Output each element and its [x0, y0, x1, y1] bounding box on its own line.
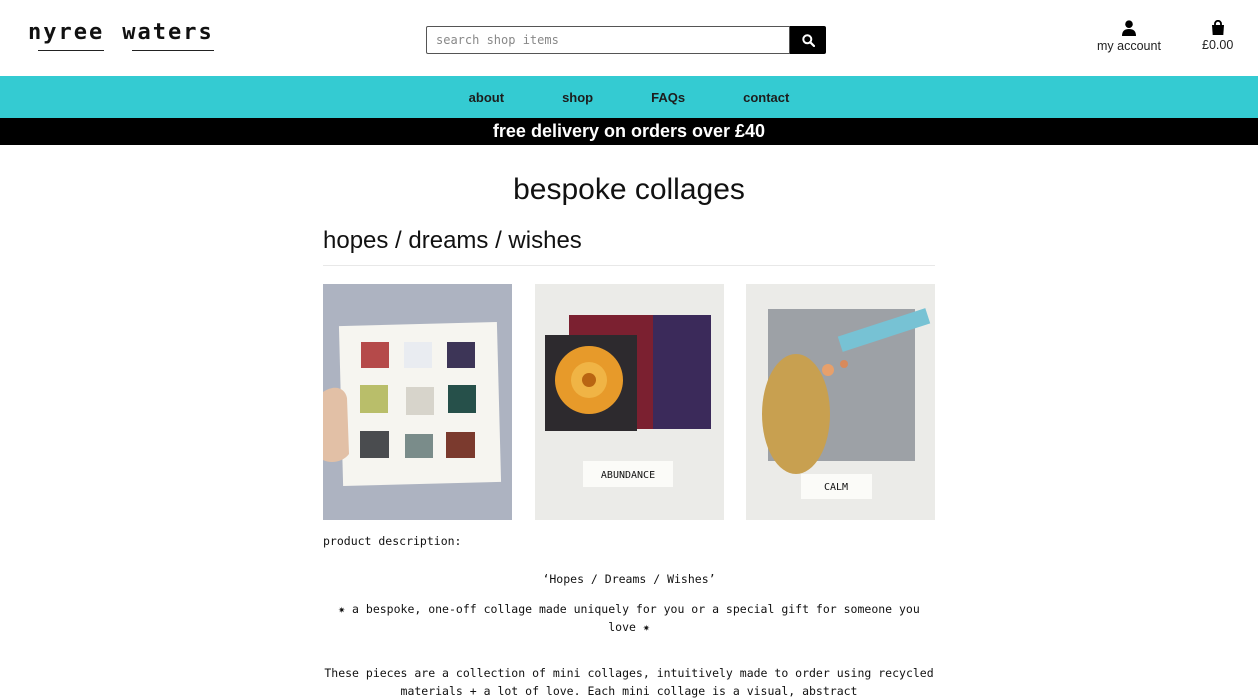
nav-faqs[interactable]: FAQs: [651, 90, 685, 105]
nav-about[interactable]: about: [469, 90, 504, 105]
logo-word-nyree: nyree: [28, 20, 105, 51]
search-button[interactable]: [790, 26, 826, 54]
description-label: product description:: [323, 534, 462, 548]
main-nav: about shop FAQs contact: [0, 76, 1258, 118]
description-paragraph: These pieces are a collection of mini co…: [324, 666, 934, 698]
product-title: hopes / dreams / wishes: [323, 227, 935, 266]
bag-total: £0.00: [1202, 38, 1234, 52]
product-content: bespoke collages hopes / dreams / wishes: [323, 173, 935, 700]
user-icon: [1121, 20, 1136, 36]
promo-banner: free delivery on orders over £40: [0, 118, 1258, 145]
logo-word-waters: waters: [122, 20, 215, 51]
shopping-bag-link[interactable]: £0.00: [1202, 20, 1233, 52]
calm-collage-photo: CALM: [746, 284, 935, 520]
shopping-bag-icon: [1211, 20, 1224, 35]
page-title: bespoke collages: [513, 173, 745, 206]
svg-text:CALM: CALM: [824, 482, 848, 493]
product-image-2[interactable]: ABUNDANCE: [534, 284, 724, 520]
product-image-3[interactable]: CALM: [746, 284, 935, 520]
my-account-link[interactable]: my account: [1097, 20, 1161, 53]
collage-grid-photo: [323, 284, 512, 520]
search-input[interactable]: [426, 26, 790, 54]
description-tagline: ✷ a bespoke, one-off collage made unique…: [338, 602, 920, 634]
site-header: nyree waters my account £0.00: [0, 0, 1258, 76]
abundance-collage-photo: ABUNDANCE: [534, 284, 724, 520]
product-image-1[interactable]: [323, 284, 512, 520]
search-icon: [801, 33, 815, 47]
my-account-label: my account: [1097, 39, 1161, 53]
product-gallery: ABUNDANCE CALM: [323, 284, 935, 520]
nav-contact[interactable]: contact: [743, 90, 789, 105]
nav-shop[interactable]: shop: [562, 90, 593, 105]
svg-text:ABUNDANCE: ABUNDANCE: [600, 470, 654, 481]
description-heading: ‘Hopes / Dreams / Wishes’: [542, 572, 716, 586]
search-bar: [426, 26, 826, 54]
site-logo[interactable]: nyree waters: [28, 20, 215, 51]
